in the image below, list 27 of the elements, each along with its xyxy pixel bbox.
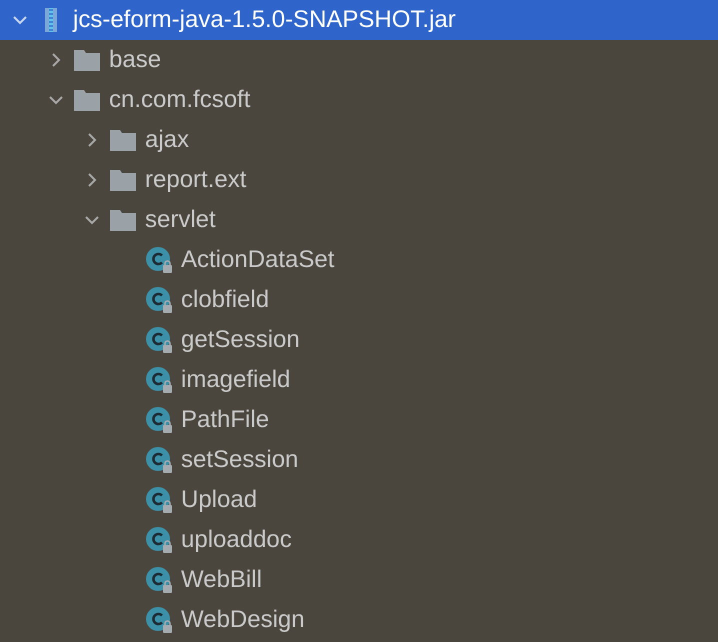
- tree-item[interactable]: PathFile: [0, 400, 718, 440]
- class-icon: [145, 326, 173, 354]
- tree-item[interactable]: Upload: [0, 480, 718, 520]
- class-icon: [145, 526, 173, 554]
- class-icon: [145, 366, 173, 394]
- class-icon: [145, 406, 173, 434]
- tree-item[interactable]: servlet: [0, 200, 718, 240]
- tree-item[interactable]: setSession: [0, 440, 718, 480]
- tree-item[interactable]: ajax: [0, 120, 718, 160]
- class-icon: [145, 446, 173, 474]
- tree-item[interactable]: WebBill: [0, 560, 718, 600]
- tree-item[interactable]: base: [0, 40, 718, 80]
- tree-item[interactable]: WebDesign: [0, 600, 718, 640]
- jar-file-icon: [45, 8, 57, 32]
- tree-item[interactable]: cn.com.fcsoft: [0, 80, 718, 120]
- class-icon: [145, 486, 173, 514]
- tree-item[interactable]: uploaddoc: [0, 520, 718, 560]
- tree-item[interactable]: getSession: [0, 320, 718, 360]
- class-icon: [145, 286, 173, 314]
- tree-item[interactable]: report.ext: [0, 160, 718, 200]
- tree-item[interactable]: jcs-eform-java-1.5.0-SNAPSHOT.jar: [0, 0, 718, 40]
- tree-item[interactable]: ActionDataSet: [0, 240, 718, 280]
- class-icon: [145, 246, 173, 274]
- class-icon: [145, 566, 173, 594]
- class-icon: [145, 606, 173, 634]
- tree-item[interactable]: clobfield: [0, 280, 718, 320]
- tree-item[interactable]: imagefield: [0, 360, 718, 400]
